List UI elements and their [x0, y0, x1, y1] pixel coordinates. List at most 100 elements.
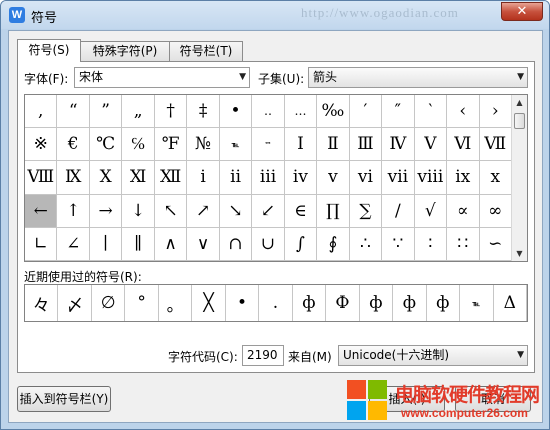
- symbol-cell[interactable]: →: [89, 194, 123, 228]
- symbol-cell[interactable]: ∣: [89, 227, 123, 261]
- symbol-cell[interactable]: ∕: [382, 194, 415, 228]
- symbol-cell[interactable]: Ⅹ: [89, 161, 123, 195]
- symbol-cell[interactable]: ∝: [447, 194, 480, 228]
- recent-symbol-cell[interactable]: 。: [159, 285, 193, 321]
- subset-select[interactable]: 箭头 ▼: [308, 67, 528, 88]
- symbol-cell[interactable]: ⅱ: [219, 161, 253, 195]
- scroll-up-arrow-icon[interactable]: ▲: [512, 95, 527, 110]
- symbol-cell[interactable]: ∥: [122, 227, 155, 261]
- symbol-cell[interactable]: ∟: [25, 227, 58, 261]
- symbol-cell[interactable]: €: [57, 128, 90, 162]
- symbol-cell[interactable]: ‰: [317, 95, 350, 129]
- symbol-cell[interactable]: ↖: [154, 194, 188, 228]
- recent-symbol-cell[interactable]: ╳: [192, 285, 226, 321]
- symbol-cell[interactable]: ∨: [187, 227, 220, 261]
- close-button[interactable]: ✕: [501, 2, 543, 21]
- symbol-cell[interactable]: Ⅱ: [317, 128, 350, 162]
- symbol-cell[interactable]: ″: [382, 95, 415, 129]
- recent-symbol-cell[interactable]: ℡: [460, 285, 494, 321]
- recent-symbol-cell[interactable]: ф: [393, 285, 427, 321]
- symbol-cell[interactable]: ,: [25, 95, 58, 129]
- recent-symbol-cell[interactable]: 々: [25, 285, 59, 321]
- symbol-cell[interactable]: ↘: [219, 194, 253, 228]
- symbol-cell[interactable]: ⅷ: [414, 161, 448, 195]
- recent-symbol-cell[interactable]: Δ: [494, 285, 527, 321]
- symbol-cell[interactable]: ℉: [154, 128, 188, 162]
- scroll-down-arrow-icon[interactable]: ▼: [512, 246, 527, 261]
- symbol-cell[interactable]: ‡: [187, 95, 220, 129]
- symbol-cell[interactable]: ↙: [252, 194, 285, 228]
- symbol-cell[interactable]: ↓: [122, 194, 155, 228]
- recent-symbol-cell[interactable]: ф: [427, 285, 461, 321]
- recent-symbol-cell[interactable]: .: [259, 285, 293, 321]
- symbol-cell[interactable]: ←: [25, 194, 58, 228]
- scroll-thumb[interactable]: [514, 113, 525, 129]
- symbol-cell[interactable]: ”: [89, 95, 123, 129]
- recent-symbol-cell[interactable]: ∅: [92, 285, 126, 321]
- symbol-cell[interactable]: ⅴ: [317, 161, 350, 195]
- recent-symbol-cell[interactable]: ф: [360, 285, 394, 321]
- recent-symbol-cell[interactable]: ф: [293, 285, 327, 321]
- symbol-cell[interactable]: ∷: [447, 227, 480, 261]
- recent-symbol-cell[interactable]: •: [226, 285, 260, 321]
- symbol-cell[interactable]: ⅰ: [187, 161, 220, 195]
- symbol-cell[interactable]: ‥: [252, 95, 285, 129]
- symbol-cell[interactable]: ‵: [414, 95, 448, 129]
- symbol-cell[interactable]: ›: [479, 95, 512, 129]
- symbol-cell[interactable]: ™: [252, 128, 285, 162]
- symbol-cell[interactable]: ⅹ: [479, 161, 512, 195]
- symbol-cell[interactable]: ⅸ: [447, 161, 480, 195]
- symbol-cell[interactable]: ∧: [154, 227, 188, 261]
- insert-to-symbol-bar-button[interactable]: 插入到符号栏(Y): [17, 386, 111, 412]
- symbol-cell[interactable]: •: [219, 95, 253, 129]
- symbol-cell[interactable]: ⅵ: [349, 161, 383, 195]
- symbol-cell[interactable]: ↗: [187, 194, 220, 228]
- symbol-cell[interactable]: Ⅻ: [154, 161, 188, 195]
- symbol-cell[interactable]: ∑: [349, 194, 383, 228]
- symbol-cell[interactable]: ∴: [349, 227, 383, 261]
- symbol-cell[interactable]: ∶: [414, 227, 448, 261]
- symbol-cell[interactable]: ∏: [317, 194, 350, 228]
- symbol-cell[interactable]: ∽: [479, 227, 512, 261]
- symbol-cell[interactable]: ⅲ: [252, 161, 285, 195]
- symbol-cell[interactable]: №: [187, 128, 220, 162]
- symbol-cell[interactable]: Ⅺ: [122, 161, 155, 195]
- symbol-cell[interactable]: ℅: [122, 128, 155, 162]
- symbol-cell[interactable]: ※: [25, 128, 58, 162]
- tab-special-characters[interactable]: 特殊字符(P): [80, 41, 170, 61]
- tab-symbols[interactable]: 符号(S): [17, 39, 81, 62]
- symbol-cell[interactable]: ⅳ: [284, 161, 318, 195]
- symbol-cell[interactable]: “: [57, 95, 90, 129]
- symbol-cell[interactable]: √: [414, 194, 448, 228]
- symbol-cell[interactable]: Ⅸ: [57, 161, 90, 195]
- symbol-cell[interactable]: ↑: [57, 194, 90, 228]
- symbol-cell[interactable]: †: [154, 95, 188, 129]
- tab-symbol-bar[interactable]: 符号栏(T): [169, 41, 243, 61]
- symbol-cell[interactable]: Ⅰ: [284, 128, 318, 162]
- symbol-cell[interactable]: Ⅴ: [414, 128, 448, 162]
- symbol-cell[interactable]: ⅶ: [382, 161, 415, 195]
- symbol-cell[interactable]: ∈: [284, 194, 318, 228]
- symbol-cell[interactable]: ∩: [219, 227, 253, 261]
- symbol-cell[interactable]: ∠: [57, 227, 90, 261]
- char-code-input[interactable]: 2190: [242, 345, 284, 366]
- symbol-cell[interactable]: Ⅷ: [25, 161, 58, 195]
- symbol-cell[interactable]: ∵: [382, 227, 415, 261]
- symbol-cell[interactable]: ℡: [219, 128, 253, 162]
- symbol-cell[interactable]: „: [122, 95, 155, 129]
- symbol-cell[interactable]: Ⅲ: [349, 128, 383, 162]
- symbol-cell[interactable]: Ⅳ: [382, 128, 415, 162]
- symbol-grid-scrollbar[interactable]: ▲ ▼: [511, 95, 527, 261]
- symbol-cell[interactable]: …: [284, 95, 318, 129]
- symbol-cell[interactable]: ∪: [252, 227, 285, 261]
- from-select[interactable]: Unicode(十六进制) ▼: [338, 345, 528, 366]
- symbol-cell[interactable]: ‹: [447, 95, 480, 129]
- recent-symbol-cell[interactable]: Ф: [326, 285, 360, 321]
- symbol-cell[interactable]: ′: [349, 95, 383, 129]
- font-select[interactable]: 宋体 ▼: [74, 67, 250, 88]
- recent-symbol-cell[interactable]: °: [125, 285, 159, 321]
- symbol-cell[interactable]: ∫: [284, 227, 318, 261]
- symbol-cell[interactable]: ℃: [89, 128, 123, 162]
- symbol-cell[interactable]: ∞: [479, 194, 512, 228]
- symbol-cell[interactable]: ∮: [317, 227, 350, 261]
